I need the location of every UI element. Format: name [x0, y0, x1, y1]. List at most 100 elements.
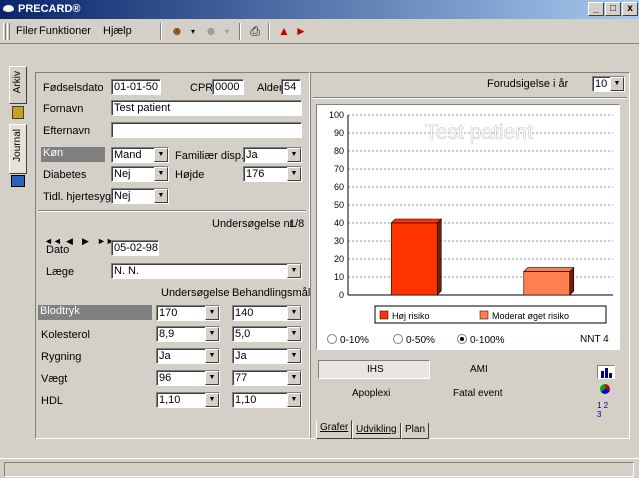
weight-exam-select[interactable]: 96 ▼: [156, 370, 220, 386]
range-option-10[interactable]: 0-10%: [327, 334, 369, 346]
hdl-goal-select[interactable]: 1,10 ▼: [232, 392, 302, 408]
date-label: Dato: [46, 244, 70, 256]
legend-swatch-moderate: [479, 310, 489, 320]
chevron-down-icon[interactable]: ▼: [287, 306, 301, 320]
sex-select[interactable]: Mand ▼: [111, 147, 169, 163]
exam-number: 1/8: [289, 218, 305, 230]
window-title: PRECARD®: [18, 3, 81, 15]
import-icon[interactable]: ▲: [275, 22, 293, 41]
export-icon[interactable]: ►: [292, 22, 310, 41]
forecast-label: Forudsigelse i år: [487, 78, 569, 90]
chevron-down-icon[interactable]: ▾: [184, 22, 202, 41]
chevron-down-icon[interactable]: ▼: [205, 371, 219, 385]
chevron-down-icon[interactable]: ▼: [154, 189, 168, 203]
next-record-icon[interactable]: ▶: [82, 236, 89, 247]
print-icon[interactable]: ⎙: [246, 22, 264, 41]
diabetes-select[interactable]: Nej ▼: [111, 166, 169, 182]
row-label-smoking: Rygning: [41, 351, 82, 363]
family-select[interactable]: Ja ▼: [243, 147, 302, 163]
radio-icon: [327, 334, 337, 344]
bloodpressure-exam-select[interactable]: 170 ▼: [156, 305, 220, 321]
outcome-fatal[interactable]: Fatal event: [453, 388, 502, 399]
row-label-weight: Vægt: [41, 373, 68, 385]
chevron-down-icon[interactable]: ▼: [205, 327, 219, 341]
tab-archive[interactable]: Arkiv: [9, 66, 27, 104]
weight-goal-select[interactable]: 77 ▼: [232, 370, 302, 386]
cholesterol-exam-select[interactable]: 8,9 ▼: [156, 326, 220, 342]
exam-number-label: Undersøgelse nr.: [212, 218, 296, 230]
cpr-label: CPR: [190, 82, 214, 94]
close-button[interactable]: x: [622, 2, 638, 16]
range-option-50[interactable]: 0-50%: [393, 334, 435, 346]
chevron-down-icon[interactable]: ▼: [154, 167, 168, 181]
chevron-down-icon[interactable]: ▼: [610, 77, 624, 91]
risk-chart: 0 10 20 30 40 50 60 70 80 90 100 Test patient Høj …: [317, 105, 619, 349]
chart-legend: Høj risiko Moderat øget risiko: [374, 305, 607, 324]
cholesterol-goal-select[interactable]: 5,0 ▼: [232, 326, 302, 342]
chevron-down-icon[interactable]: ▼: [205, 393, 219, 407]
bloodpressure-goal-select[interactable]: 140 ▼: [232, 305, 302, 321]
menu-functions[interactable]: Funktioner: [39, 25, 91, 37]
divider: [38, 210, 306, 212]
height-select[interactable]: 176 ▼: [243, 166, 302, 182]
height-label: Højde: [175, 169, 205, 181]
chevron-down-icon[interactable]: ▼: [205, 306, 219, 320]
table-view-icon[interactable]: 1 23: [597, 401, 608, 419]
smoking-exam-select[interactable]: Ja ▼: [156, 348, 220, 364]
chevron-down-icon[interactable]: ▼: [287, 393, 301, 407]
outcome-apoplexi[interactable]: Apoplexi: [352, 388, 390, 399]
chevron-down-icon[interactable]: ▼: [287, 371, 301, 385]
lastname-field[interactable]: [111, 122, 302, 138]
status-cell: [4, 462, 634, 477]
y-tick-label: 20: [334, 254, 344, 264]
archive-icon[interactable]: [12, 106, 24, 119]
journal-icon[interactable]: [11, 175, 25, 187]
y-tick-label: 70: [334, 164, 344, 174]
outcome-ami[interactable]: AMI: [470, 364, 488, 375]
range-option-100[interactable]: 0-100%: [457, 334, 504, 346]
bar-moderate-risk: [523, 266, 575, 296]
menu-file[interactable]: Filer: [16, 25, 37, 37]
chevron-down-icon[interactable]: ▼: [287, 167, 301, 181]
tab-development[interactable]: Udvikling: [352, 423, 401, 439]
chevron-down-icon[interactable]: ▼: [287, 264, 301, 278]
smoking-goal-select[interactable]: Ja ▼: [232, 348, 302, 364]
chart-title: Test patient: [425, 121, 533, 144]
firstname-field[interactable]: Test patient: [111, 100, 302, 116]
chevron-down-icon[interactable]: ▼: [154, 148, 168, 162]
lastname-label: Efternavn: [43, 125, 91, 137]
chevron-down-icon[interactable]: ▼: [205, 349, 219, 363]
legend-swatch-high: [379, 310, 389, 320]
legend-label-moderate: Moderat øget risiko: [492, 311, 569, 321]
outcome-ihs[interactable]: IHS: [318, 360, 430, 379]
chevron-down-icon[interactable]: ▾: [218, 22, 236, 41]
tab-graphs[interactable]: Grafer: [316, 420, 353, 439]
cpr-field[interactable]: 0000: [212, 79, 244, 95]
doctor-select[interactable]: N. N. ▼: [111, 263, 302, 279]
pie-chart-icon[interactable]: [600, 384, 610, 394]
title-bar[interactable]: PRECARD® _ □ x: [0, 0, 639, 19]
hdl-exam-select[interactable]: 1,10 ▼: [156, 392, 220, 408]
tab-journal[interactable]: Journal: [9, 124, 27, 174]
bar-high-risk: [390, 218, 442, 296]
menu-help[interactable]: Hjælp: [103, 25, 132, 37]
chevron-down-icon[interactable]: ▼: [287, 327, 301, 341]
row-label-hdl: HDL: [41, 395, 64, 407]
birthdate-field[interactable]: 01-01-50: [111, 79, 161, 95]
doctor-label: Læge: [46, 266, 75, 278]
maximize-button[interactable]: □: [605, 2, 621, 16]
toolbar-separator: [160, 23, 162, 40]
date-field[interactable]: 05-02-98: [111, 240, 159, 256]
bar-chart-icon[interactable]: [597, 365, 615, 379]
chevron-down-icon[interactable]: ▼: [287, 148, 301, 162]
chevron-down-icon[interactable]: ▼: [287, 349, 301, 363]
prior-label: Tidl. hjertesyg: [43, 191, 112, 203]
prior-select[interactable]: Nej ▼: [111, 188, 169, 204]
y-tick-label: 0: [339, 290, 344, 300]
menu-bar: Filer Funktioner Hjælp ☻ ▾ ☻ ▾ ⎙ ▲ ►: [0, 19, 639, 44]
tab-plan[interactable]: Plan: [401, 423, 430, 439]
y-tick-label: 80: [334, 146, 344, 156]
forecast-select[interactable]: 10 ▼: [592, 76, 625, 92]
minimize-button[interactable]: _: [588, 2, 604, 16]
age-field[interactable]: 54: [281, 79, 301, 95]
